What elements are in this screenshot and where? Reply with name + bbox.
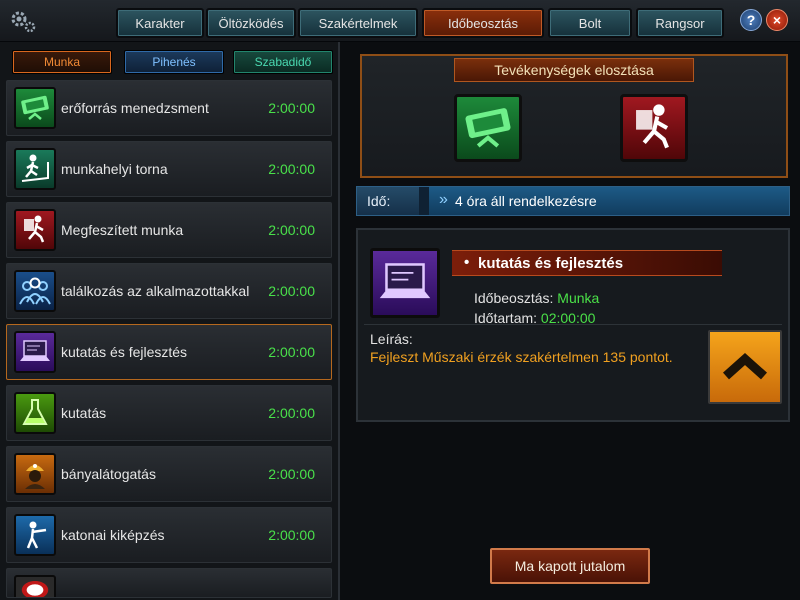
detail-schedule: Időbeosztás: Munka (474, 290, 599, 306)
activity-time: 2:00:00 (268, 466, 315, 482)
subtab-pihenes[interactable]: Pihenés (124, 50, 224, 74)
activity-name: kutatás (61, 405, 107, 421)
miner-icon (14, 453, 56, 495)
tab-karakter[interactable]: Karakter (116, 8, 204, 38)
activity-subtabs: Munka Pihenés Szabadidő (0, 42, 338, 80)
tab-szakertelmek[interactable]: Szakértelmek (298, 8, 418, 38)
activity-row-megfeszitett[interactable]: Megfeszített munka 2:00:00 (6, 202, 332, 258)
activity-list: erőforrás menedzsment 2:00:00 munkahelyi… (6, 80, 332, 600)
money-icon (14, 87, 56, 129)
activity-time: 2:00:00 (268, 283, 315, 299)
schedule-value: Munka (557, 290, 600, 306)
detail-title: kutatás és fejlesztés (452, 250, 722, 276)
activity-time: 2:00:00 (268, 100, 315, 116)
running-worker-icon[interactable] (620, 94, 688, 162)
activity-name: kutatás és fejlesztés (61, 344, 188, 360)
treadmill-icon (14, 148, 56, 190)
activity-name: találkozás az alkalmazottakkal (61, 283, 250, 299)
subtab-munka[interactable]: Munka (12, 50, 112, 74)
target-icon (14, 575, 56, 597)
activity-name: bányalátogatás (61, 466, 156, 482)
top-nav-bar: Karakter Öltözködés Szakértelmek Időbeos… (0, 0, 800, 42)
flask-icon (14, 392, 56, 434)
tab-oltozkodes[interactable]: Öltözködés (206, 8, 296, 38)
activity-time: 2:00:00 (268, 344, 315, 360)
activity-time: 2:00:00 (268, 161, 315, 177)
schedule-up-button[interactable] (708, 330, 782, 404)
time-available-bar: Idő: 4 óra áll rendelkezésre (356, 186, 790, 216)
tab-idobeosztas[interactable]: Időbeosztás (422, 8, 544, 38)
close-icon[interactable]: × (766, 9, 788, 31)
activity-name: Megfeszített munka (61, 222, 184, 238)
activity-row-banyalatogatas[interactable]: bányalátogatás 2:00:00 (6, 446, 332, 502)
laptop-icon (370, 248, 440, 318)
activity-list-panel: Munka Pihenés Szabadidő erőforrás menedz… (0, 42, 340, 600)
activity-time: 2:00:00 (268, 527, 315, 543)
schedule-label: Időbeosztás: (474, 290, 558, 306)
running-worker-icon (14, 209, 56, 251)
tab-rangsor[interactable]: Rangsor (636, 8, 724, 38)
help-icon[interactable]: ? (740, 9, 762, 31)
meeting-icon (14, 270, 56, 312)
time-label: Idő: (357, 187, 419, 215)
activity-distribution-box: Tevékenységek elosztása (360, 54, 788, 178)
activity-row-katonai[interactable]: katonai kiképzés 2:00:00 (6, 507, 332, 563)
description-label: Leírás: (370, 331, 413, 347)
activity-time: 2:00:00 (268, 405, 315, 421)
soldier-icon (14, 514, 56, 556)
distribution-title: Tevékenységek elosztása (454, 58, 694, 82)
chevron-up-icon (722, 352, 768, 380)
money-icon[interactable] (454, 94, 522, 162)
description-text: Fejleszt Műszaki érzék szakértelmen 135 … (370, 349, 673, 365)
settings-gear-icon[interactable] (8, 8, 38, 34)
activity-name: munkahelyi torna (61, 161, 168, 177)
laptop-icon (14, 331, 56, 373)
activity-row-torna[interactable]: munkahelyi torna 2:00:00 (6, 141, 332, 197)
activity-name: erőforrás menedzsment (61, 100, 209, 116)
activity-row-talalkozas[interactable]: találkozás az alkalmazottakkal 2:00:00 (6, 263, 332, 319)
time-available-value: 4 óra áll rendelkezésre (429, 187, 789, 215)
activity-row-kutatas-fejlesztes[interactable]: kutatás és fejlesztés 2:00:00 (6, 324, 332, 380)
activity-row-partial[interactable] (6, 568, 332, 598)
activity-detail-box: kutatás és fejlesztés Időbeosztás: Munka… (356, 228, 790, 422)
subtab-szabadido[interactable]: Szabadidő (233, 50, 333, 74)
tab-bolt[interactable]: Bolt (548, 8, 632, 38)
daily-reward-button[interactable]: Ma kapott jutalom (490, 548, 650, 584)
activity-row-kutatas[interactable]: kutatás 2:00:00 (6, 385, 332, 441)
activity-name: katonai kiképzés (61, 527, 165, 543)
activity-time: 2:00:00 (268, 222, 315, 238)
schedule-detail-panel: Tevékenységek elosztása Idő: 4 óra áll r… (348, 42, 800, 600)
activity-row-eroforras[interactable]: erőforrás menedzsment 2:00:00 (6, 80, 332, 136)
